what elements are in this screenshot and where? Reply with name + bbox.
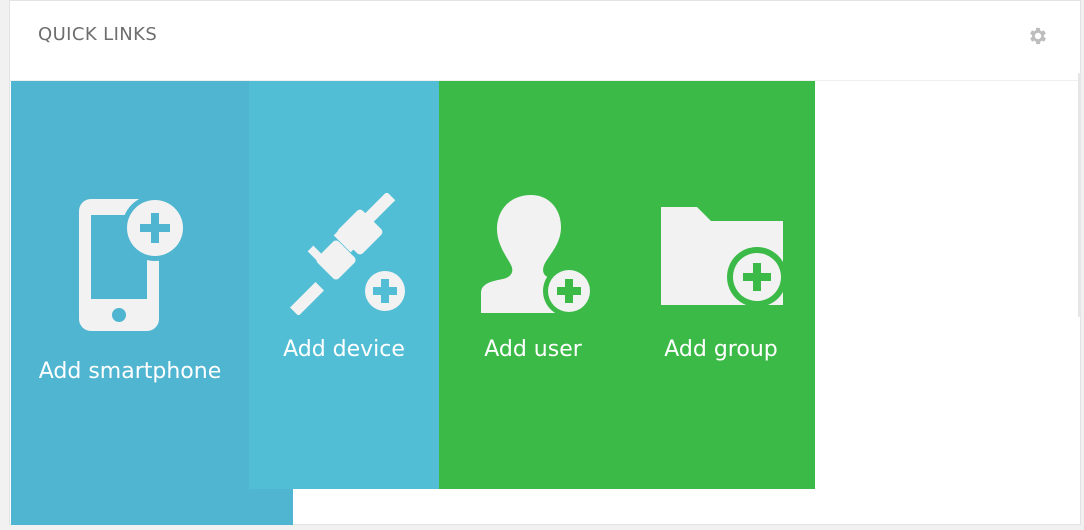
- add-user-tile[interactable]: Add user: [439, 81, 627, 489]
- add-smartphone-tile[interactable]: Add smartphone: [11, 81, 249, 489]
- next-row-tile[interactable]: [11, 489, 293, 525]
- add-user-label: Add user: [484, 337, 582, 362]
- add-group-tile[interactable]: Add group: [627, 81, 815, 489]
- scrollbar[interactable]: [1078, 73, 1081, 317]
- plug-add-icon: [290, 193, 410, 315]
- add-group-label: Add group: [664, 337, 778, 362]
- add-smartphone-label: Add smartphone: [38, 359, 222, 384]
- smartphone-add-icon: [79, 195, 187, 331]
- add-device-label: Add device: [283, 337, 405, 362]
- folder-add-icon: [661, 207, 785, 307]
- gear-icon[interactable]: [1027, 25, 1049, 47]
- quick-links-panel: QUICK LINKS Add smartphone Add device Ad…: [9, 0, 1081, 525]
- panel-title: QUICK LINKS: [38, 24, 158, 45]
- add-device-tile[interactable]: Add device: [249, 81, 439, 489]
- panel-header: QUICK LINKS: [10, 1, 1080, 81]
- user-add-icon: [481, 195, 595, 317]
